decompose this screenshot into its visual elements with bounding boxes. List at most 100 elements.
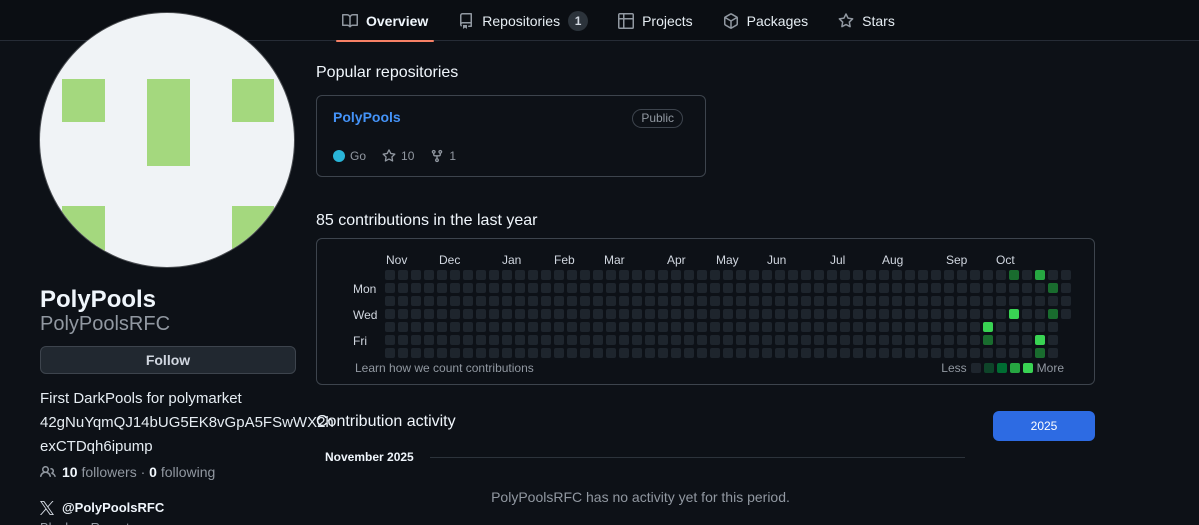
contribution-cell[interactable] [606, 296, 616, 306]
contribution-cell[interactable] [567, 296, 577, 306]
contribution-cell[interactable] [710, 270, 720, 280]
contribution-cell[interactable] [749, 270, 759, 280]
contribution-cell[interactable] [1035, 283, 1045, 293]
contribution-cell[interactable] [905, 348, 915, 358]
contribution-cell[interactable] [632, 309, 642, 319]
contribution-cell[interactable] [918, 309, 928, 319]
contribution-cell[interactable] [827, 296, 837, 306]
contribution-cell[interactable] [983, 270, 993, 280]
tab-overview[interactable]: Overview [332, 0, 438, 42]
contribution-cell[interactable] [489, 283, 499, 293]
contribution-cell[interactable] [749, 309, 759, 319]
contribution-cell[interactable] [541, 348, 551, 358]
contribution-cell[interactable] [1009, 309, 1019, 319]
contribution-cell[interactable] [736, 322, 746, 332]
contribution-cell[interactable] [515, 296, 525, 306]
contribution-cell[interactable] [723, 335, 733, 345]
contribution-cell[interactable] [931, 322, 941, 332]
contribution-cell[interactable] [645, 283, 655, 293]
contribution-cell[interactable] [658, 283, 668, 293]
contribution-cell[interactable] [814, 322, 824, 332]
contribution-cell[interactable] [489, 309, 499, 319]
contribution-cell[interactable] [931, 283, 941, 293]
contribution-cell[interactable] [970, 348, 980, 358]
contribution-cell[interactable] [1022, 322, 1032, 332]
contribution-cell[interactable] [931, 335, 941, 345]
contribution-cell[interactable] [762, 270, 772, 280]
contribution-cell[interactable] [411, 322, 421, 332]
contribution-cell[interactable] [411, 348, 421, 358]
contribution-cell[interactable] [684, 283, 694, 293]
contribution-cell[interactable] [723, 296, 733, 306]
contribution-cell[interactable] [671, 283, 681, 293]
contribution-cell[interactable] [645, 335, 655, 345]
contribution-cell[interactable] [398, 270, 408, 280]
contribution-cell[interactable] [645, 309, 655, 319]
contribution-cell[interactable] [697, 270, 707, 280]
contribution-cell[interactable] [697, 283, 707, 293]
contribution-cell[interactable] [840, 335, 850, 345]
learn-contributions-link[interactable]: Learn how we count contributions [355, 361, 534, 375]
contribution-cell[interactable] [489, 270, 499, 280]
repo-forks[interactable]: 1 [430, 149, 456, 163]
contribution-cell[interactable] [866, 270, 876, 280]
contribution-cell[interactable] [398, 322, 408, 332]
contribution-cell[interactable] [853, 335, 863, 345]
contribution-cell[interactable] [697, 296, 707, 306]
contribution-cell[interactable] [580, 335, 590, 345]
contribution-cell[interactable] [463, 348, 473, 358]
contribution-cell[interactable] [749, 348, 759, 358]
contribution-cell[interactable] [528, 322, 538, 332]
contribution-cell[interactable] [476, 309, 486, 319]
contribution-cell[interactable] [632, 348, 642, 358]
contribution-cell[interactable] [1061, 283, 1071, 293]
contribution-cell[interactable] [736, 335, 746, 345]
contribution-cell[interactable] [502, 322, 512, 332]
contribution-cell[interactable] [450, 309, 460, 319]
contribution-cell[interactable] [463, 322, 473, 332]
contribution-cell[interactable] [593, 322, 603, 332]
contribution-cell[interactable] [606, 283, 616, 293]
contribution-cell[interactable] [398, 348, 408, 358]
contribution-cell[interactable] [1022, 296, 1032, 306]
contribution-cell[interactable] [580, 322, 590, 332]
followers-row[interactable]: 10 followers · 0 following [40, 464, 215, 480]
contribution-cell[interactable] [1009, 283, 1019, 293]
contribution-cell[interactable] [1035, 296, 1045, 306]
contribution-cell[interactable] [1048, 296, 1058, 306]
contribution-cell[interactable] [853, 309, 863, 319]
contribution-cell[interactable] [411, 270, 421, 280]
contribution-cell[interactable] [970, 322, 980, 332]
contribution-cell[interactable] [632, 296, 642, 306]
contribution-cell[interactable] [1048, 348, 1058, 358]
contribution-cell[interactable] [541, 335, 551, 345]
contribution-cell[interactable] [437, 348, 447, 358]
contribution-cell[interactable] [957, 296, 967, 306]
contribution-cell[interactable] [684, 335, 694, 345]
contribution-cell[interactable] [892, 296, 902, 306]
contribution-cell[interactable] [944, 309, 954, 319]
contribution-cell[interactable] [710, 322, 720, 332]
contribution-cell[interactable] [450, 296, 460, 306]
contribution-cell[interactable] [658, 270, 668, 280]
contribution-cell[interactable] [619, 270, 629, 280]
contribution-cell[interactable] [983, 348, 993, 358]
tab-stars[interactable]: Stars [828, 0, 905, 41]
contribution-cell[interactable] [1022, 335, 1032, 345]
contribution-cell[interactable] [775, 296, 785, 306]
contribution-cell[interactable] [437, 283, 447, 293]
contribution-cell[interactable] [736, 348, 746, 358]
contribution-cell[interactable] [879, 283, 889, 293]
contribution-cell[interactable] [684, 348, 694, 358]
contribution-cell[interactable] [593, 309, 603, 319]
contribution-cell[interactable] [424, 322, 434, 332]
contribution-cell[interactable] [957, 322, 967, 332]
contribution-cell[interactable] [879, 348, 889, 358]
block-report-link[interactable]: Block or Report [40, 520, 130, 525]
contribution-cell[interactable] [515, 283, 525, 293]
contribution-cell[interactable] [905, 322, 915, 332]
contribution-cell[interactable] [866, 322, 876, 332]
contribution-cell[interactable] [996, 296, 1006, 306]
contribution-cell[interactable] [840, 296, 850, 306]
contribution-cell[interactable] [788, 348, 798, 358]
